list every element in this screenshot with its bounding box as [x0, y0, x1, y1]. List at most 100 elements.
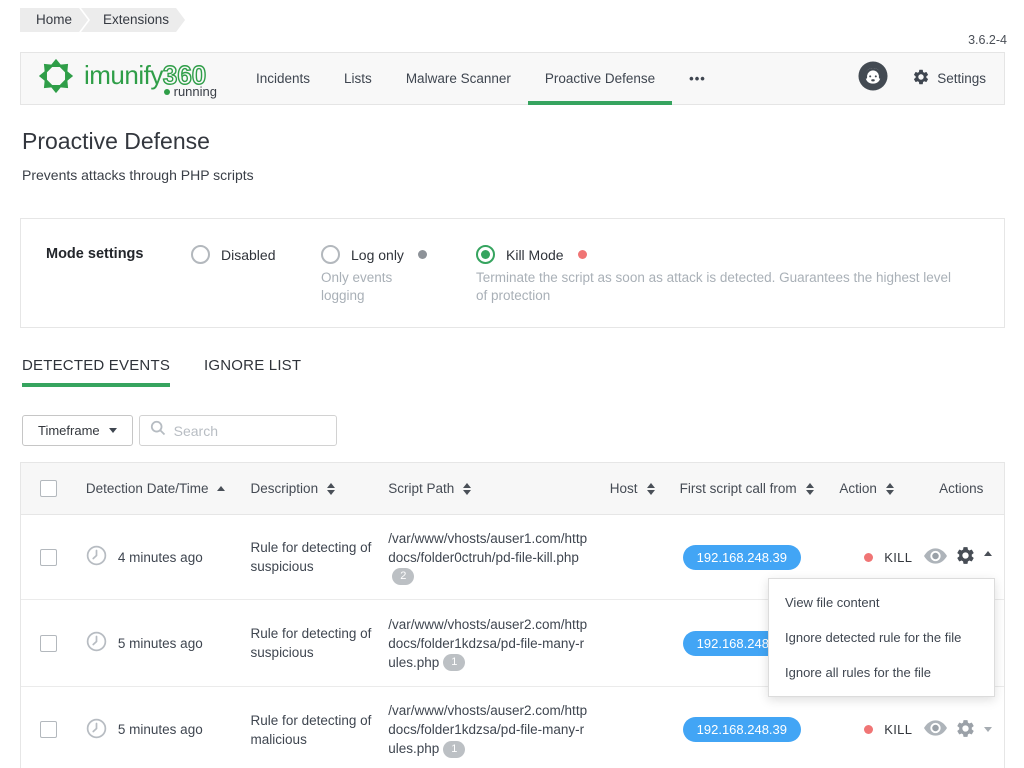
column-header-action[interactable]: Action — [839, 481, 921, 496]
radio-label: Log only — [351, 247, 404, 263]
sort-icon — [806, 483, 814, 495]
status-label: running — [174, 84, 217, 99]
menu-item-ignore-detected-rule[interactable]: Ignore detected rule for the file — [769, 620, 994, 655]
radio-option-kill-mode[interactable]: Kill Mode — [476, 245, 587, 264]
menu-item-view-file-content[interactable]: View file content — [769, 585, 994, 620]
kill-status-dot — [864, 725, 873, 734]
row-checkbox[interactable] — [40, 635, 57, 652]
nav-item-lists[interactable]: Lists — [327, 53, 389, 104]
event-description: Rule for detecting of malicious — [251, 711, 378, 749]
table-row: 5 minutes ago Rule for detecting of mali… — [21, 687, 1004, 768]
column-header-host[interactable]: Host — [610, 481, 670, 496]
row-checkbox[interactable] — [40, 721, 57, 738]
clock-icon — [86, 718, 107, 742]
nav-item-proactive-defense[interactable]: Proactive Defense — [528, 53, 672, 104]
column-header-script-path[interactable]: Script Path — [388, 481, 610, 496]
breadcrumb: Home Extensions — [20, 8, 185, 32]
page-subtitle: Prevents attacks through PHP scripts — [22, 167, 254, 183]
action-label: KILL — [884, 722, 912, 737]
sort-icon — [327, 483, 335, 495]
column-label: Script Path — [388, 481, 454, 496]
version-label: 3.6.2-4 — [968, 33, 1007, 47]
radio-icon[interactable] — [321, 245, 340, 264]
chevron-down-icon — [109, 428, 117, 433]
column-label: Description — [251, 481, 319, 496]
sort-asc-icon — [217, 486, 225, 491]
radio-option-disabled[interactable]: Disabled — [191, 245, 275, 264]
column-header-detection-date-time[interactable]: Detection Date/Time — [86, 481, 251, 496]
nav-item-malware-scanner[interactable]: Malware Scanner — [389, 53, 528, 104]
eye-icon[interactable] — [924, 720, 947, 739]
first-call-ip-pill: 192.168.248.39 — [683, 717, 801, 742]
select-all-checkbox[interactable] — [40, 480, 57, 497]
chevron-down-icon — [984, 727, 992, 732]
detection-time: 5 minutes ago — [118, 722, 203, 737]
page-title: Proactive Defense — [22, 128, 210, 155]
search-input[interactable] — [174, 423, 326, 439]
script-path: /var/www/vhosts/auser1.com/httpdocs/fold… — [388, 531, 587, 565]
kill-status-dot — [864, 553, 873, 562]
column-label: Host — [610, 481, 638, 496]
kill-mode-description: Terminate the script as soon as attack i… — [476, 269, 951, 305]
column-label: First script call from — [680, 481, 797, 496]
search-box — [139, 415, 337, 446]
radio-icon-selected[interactable] — [476, 245, 495, 264]
menu-item-ignore-all-rules[interactable]: Ignore all rules for the file — [769, 655, 994, 690]
row-checkbox[interactable] — [40, 549, 57, 566]
script-path: /var/www/vhosts/auser2.com/httpdocs/fold… — [388, 617, 587, 670]
kill-mode-status-dot — [578, 250, 587, 259]
first-call-ip-pill: 192.168.248.39 — [683, 545, 801, 570]
sort-icon — [647, 483, 655, 495]
filter-bar: Timeframe — [22, 415, 337, 446]
eye-icon[interactable] — [924, 548, 947, 567]
radio-option-log-only[interactable]: Log only — [321, 245, 427, 264]
tab-detected-events[interactable]: DETECTED EVENTS — [22, 357, 170, 387]
timeframe-dropdown[interactable]: Timeframe — [22, 415, 133, 446]
brand-status: running — [164, 84, 217, 99]
count-badge: 1 — [443, 654, 465, 671]
column-label: Actions — [939, 481, 983, 496]
proactive-defense-page: Home Extensions 3.6.2-4 imunify360 — [0, 0, 1024, 768]
count-badge: 1 — [443, 741, 465, 758]
clock-icon — [86, 545, 107, 569]
mode-settings-label: Mode settings — [46, 246, 143, 262]
settings-button[interactable]: Settings — [912, 68, 986, 89]
status-dot-icon — [164, 89, 170, 95]
event-description: Rule for detecting of suspicious — [251, 538, 378, 576]
navbar: imunify360 running Incidents Lists Malwa… — [20, 52, 1005, 105]
settings-label: Settings — [937, 71, 986, 86]
mode-settings-card: Mode settings Disabled Log only Only eve… — [20, 218, 1005, 328]
clock-icon — [86, 631, 107, 655]
column-header-first-script-call-from[interactable]: First script call from — [670, 481, 840, 496]
brand-logo[interactable]: imunify360 running — [21, 53, 239, 104]
column-header-actions: Actions — [921, 481, 1004, 496]
support-headset-icon[interactable] — [858, 61, 888, 96]
navbar-right: Settings — [858, 53, 1004, 104]
log-only-description: Only events logging — [321, 269, 426, 305]
nav-menu: Incidents Lists Malware Scanner Proactiv… — [239, 53, 723, 104]
column-header-description[interactable]: Description — [251, 481, 389, 496]
count-badge: 2 — [392, 568, 414, 585]
chevron-up-icon — [984, 551, 992, 556]
nav-more-button[interactable]: ••• — [672, 53, 723, 104]
breadcrumb-item-home[interactable]: Home — [20, 8, 88, 32]
log-only-status-dot — [418, 250, 427, 259]
action-label: KILL — [884, 550, 912, 565]
column-label: Detection Date/Time — [86, 481, 209, 496]
breadcrumb-item-extensions[interactable]: Extensions — [81, 8, 185, 32]
tab-ignore-list[interactable]: IGNORE LIST — [204, 357, 301, 387]
sort-icon — [886, 483, 894, 495]
radio-label: Kill Mode — [506, 247, 564, 263]
script-path: /var/www/vhosts/auser2.com/httpdocs/fold… — [388, 703, 587, 756]
column-label: Action — [839, 481, 877, 496]
detection-time: 5 minutes ago — [118, 636, 203, 651]
radio-icon[interactable] — [191, 245, 210, 264]
gear-icon — [912, 68, 930, 89]
nav-item-incidents[interactable]: Incidents — [239, 53, 327, 104]
row-gear-menu-button[interactable] — [955, 718, 976, 742]
event-description: Rule for detecting of suspicious — [251, 624, 378, 662]
detection-time: 4 minutes ago — [118, 550, 203, 565]
table-header-row: Detection Date/Time Description Script P… — [21, 463, 1004, 515]
row-gear-menu-button-open[interactable] — [955, 545, 976, 569]
starburst-icon — [37, 57, 75, 100]
